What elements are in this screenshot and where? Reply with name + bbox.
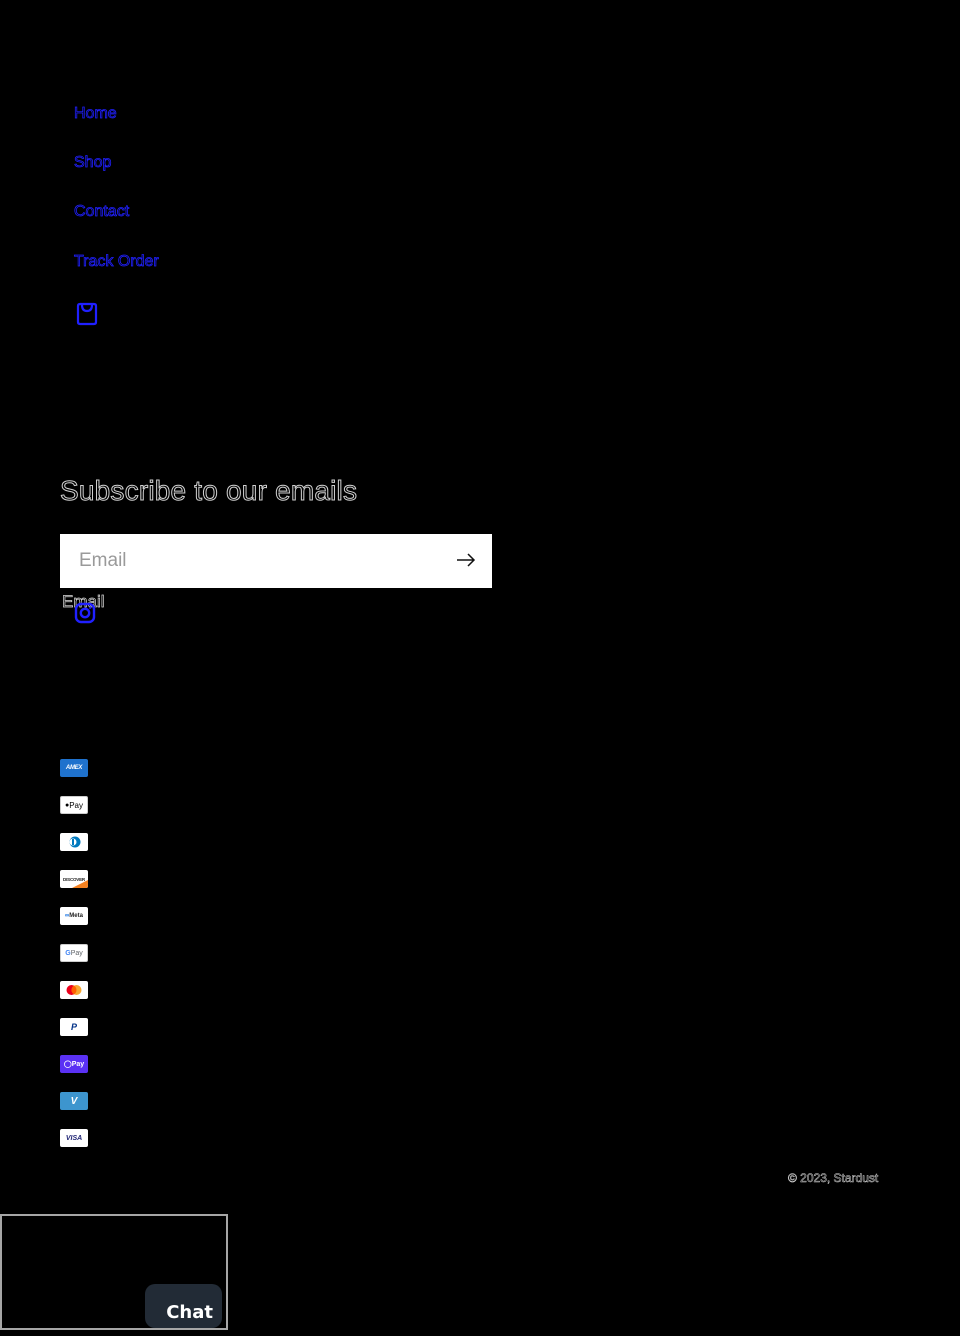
copyright-text: © 2023, Stardust (788, 1171, 879, 1186)
bag-icon[interactable] (74, 301, 100, 327)
subscribe-submit-button[interactable] (448, 543, 484, 579)
nav-link-home[interactable]: Home (74, 100, 117, 128)
email-input[interactable] (60, 534, 440, 588)
paypal-icon: P (60, 1018, 88, 1036)
newsletter-heading: Subscribe to our emails (59, 475, 358, 507)
visa-icon: VISA (60, 1129, 88, 1147)
discover-icon: DISCOVER (60, 870, 88, 888)
apple-pay-icon: ● Pay (60, 796, 88, 814)
nav-link-shop[interactable]: Shop (74, 149, 112, 177)
nav-link-track-order[interactable]: Track Order (74, 248, 160, 276)
google-pay-icon: G Pay (60, 944, 88, 962)
chat-button[interactable]: Chat (145, 1284, 222, 1328)
email-field (60, 534, 492, 588)
nav-link-contact[interactable]: Contact (74, 198, 130, 226)
amex-icon: AMEX (60, 759, 88, 777)
mastercard-icon (60, 981, 88, 999)
shop-pay-icon: ◯ Pay (60, 1055, 88, 1073)
diners-club-icon (60, 833, 88, 851)
arrow-right-icon (456, 552, 476, 570)
instagram-icon[interactable] (74, 602, 96, 624)
meta-pay-icon: ∞ Meta (60, 907, 88, 925)
venmo-icon: V (60, 1092, 88, 1110)
